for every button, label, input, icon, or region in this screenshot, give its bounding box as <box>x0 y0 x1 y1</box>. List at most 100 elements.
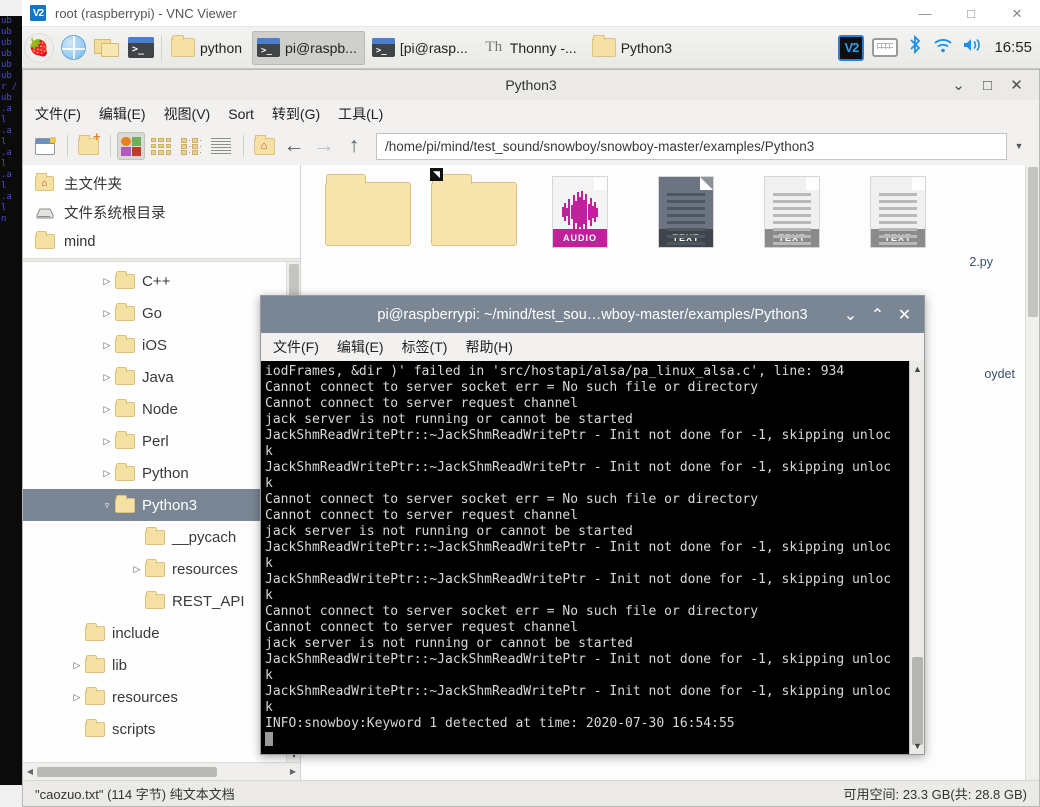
terminal-line: iodFrames, &dir )' failed in 'src/hostap… <box>265 364 845 379</box>
terminal-menu-help[interactable]: 帮助(H) <box>465 337 512 357</box>
terminal-screen[interactable]: iodFrames, &dir )' failed in 'src/hostap… <box>261 361 924 754</box>
terminal-vertical-scrollbar[interactable]: ▲ ▼ <box>909 361 924 754</box>
detailed-list-view-button[interactable] <box>207 132 235 160</box>
tree-item-python[interactable]: ▷ Python <box>23 457 300 489</box>
taskbar-item-python3[interactable]: Python3 <box>587 31 680 65</box>
thumbnail-view-icon <box>151 137 171 155</box>
tree-twisty-icon[interactable]: ▷ <box>69 660 85 671</box>
tree-twisty-icon[interactable]: ▷ <box>99 372 115 383</box>
tree-item-perl[interactable]: ▷ Perl <box>23 425 300 457</box>
place-filesystem-root[interactable]: 文件系统根目录 <box>23 198 300 227</box>
tree-twisty-icon[interactable]: ▷ <box>99 340 115 351</box>
volume-icon[interactable] <box>962 37 983 58</box>
taskbar-item-terminal-2[interactable]: >_ [pi@rasp... <box>367 31 476 65</box>
back-button[interactable]: ← <box>280 132 308 160</box>
tree-twisty-icon[interactable]: ▷ <box>129 564 145 575</box>
taskbar-item-python[interactable]: python <box>166 31 250 65</box>
tree-item-resources[interactable]: ▷ resources <box>23 681 300 713</box>
tree-twisty-icon[interactable]: ▿ <box>99 500 115 511</box>
forward-button[interactable]: → <box>310 132 338 160</box>
maximize-icon[interactable]: ⌃ <box>864 296 891 333</box>
file-item[interactable]: TEXT <box>845 173 951 271</box>
menu-sort[interactable]: Sort <box>228 106 254 122</box>
tree-twisty-icon[interactable]: ▷ <box>99 436 115 447</box>
tree-twisty-icon[interactable]: ▷ <box>99 308 115 319</box>
shade-icon[interactable]: ⌄ <box>944 70 973 100</box>
terminal-titlebar[interactable]: pi@raspberrypi: ~/mind/test_sou…wboy-mas… <box>261 296 924 333</box>
tree-item-rest-api[interactable]: REST_API <box>23 585 300 617</box>
vnc-maximize-icon[interactable]: □ <box>948 0 994 27</box>
terminal-scroll-down-icon[interactable]: ▼ <box>910 741 924 751</box>
tree-hscroll-thumb[interactable] <box>37 767 217 777</box>
raspberry-menu-button[interactable]: 🍓 <box>22 29 56 67</box>
tree-item-python3[interactable]: ▿ Python3 <box>23 489 300 521</box>
path-input[interactable]: /home/pi/mind/test_sound/snowboy/snowboy… <box>376 132 1007 160</box>
close-icon[interactable]: ✕ <box>891 296 918 333</box>
tree-item--pycach[interactable]: __pycach <box>23 521 300 553</box>
terminal-launcher[interactable]: >_ <box>124 29 158 67</box>
tree-item-ios[interactable]: ▷ iOS <box>23 329 300 361</box>
file-item[interactable]: AUDIO <box>527 173 633 271</box>
vnc-minimize-icon[interactable]: — <box>902 0 948 27</box>
file-list-scroll-thumb[interactable] <box>1028 167 1038 317</box>
home-button[interactable]: ⌂ <box>250 132 278 160</box>
terminal-scroll-thumb[interactable] <box>912 657 923 745</box>
tree-twisty-icon[interactable]: ▷ <box>99 276 115 287</box>
terminal-menu-tabs[interactable]: 标签(T) <box>402 337 448 357</box>
tree-item-go[interactable]: ▷ Go <box>23 297 300 329</box>
vnc-close-icon[interactable]: ✕ <box>994 0 1040 27</box>
terminal-scroll-up-icon[interactable]: ▲ <box>910 364 924 374</box>
tree-item-lib[interactable]: ▷ lib <box>23 649 300 681</box>
tree-twisty-icon[interactable]: ▷ <box>99 468 115 479</box>
tree-twisty-icon[interactable]: ▷ <box>99 404 115 415</box>
scroll-right-icon[interactable]: ▶ <box>286 767 300 776</box>
place-home[interactable]: ⌂ 主文件夹 <box>23 169 300 198</box>
up-button[interactable]: ↑ <box>340 132 368 160</box>
tree-twisty-icon[interactable]: ▷ <box>69 692 85 703</box>
close-icon[interactable]: ✕ <box>1002 70 1031 100</box>
toolbar-divider <box>243 135 244 157</box>
keyboard-tray-icon[interactable] <box>872 38 899 57</box>
file-list-vertical-scrollbar[interactable] <box>1025 165 1039 780</box>
compact-view-button[interactable] <box>177 132 205 160</box>
clock[interactable]: 16:55 <box>994 39 1032 56</box>
taskbar-item-thonny[interactable]: Th Thonny -... <box>478 31 585 65</box>
menu-go[interactable]: 转到(G) <box>272 104 320 124</box>
tree-item-node[interactable]: ▷ Node <box>23 393 300 425</box>
thumbnail-view-button[interactable] <box>147 132 175 160</box>
folder-icon <box>85 686 105 705</box>
tree-item-c-[interactable]: ▷ C++ <box>23 265 300 297</box>
shade-icon[interactable]: ⌄ <box>837 296 864 333</box>
tree-item-java[interactable]: ▷ Java <box>23 361 300 393</box>
tree-item-resources[interactable]: ▷ resources <box>23 553 300 585</box>
vnc-tray-icon[interactable]: V2 <box>838 34 865 61</box>
tree-item-scripts[interactable]: scripts <box>23 713 300 745</box>
web-browser-launcher[interactable] <box>56 29 90 67</box>
background-window-sliver[interactable]: ub ub ub ub ub ub r / ub .a l .a l .a l .a l .a l n <box>0 0 22 807</box>
tree-item-include[interactable]: include <box>23 617 300 649</box>
path-dropdown-icon[interactable]: ▼ <box>1007 133 1031 160</box>
icon-view-button[interactable] <box>117 132 145 160</box>
new-folder-button[interactable] <box>74 132 102 160</box>
vnc-titlebar[interactable]: V2 root (raspberrypi) - VNC Viewer — □ ✕ <box>22 0 1040 27</box>
wifi-icon[interactable] <box>933 38 953 58</box>
menu-view[interactable]: 视图(V) <box>164 104 211 124</box>
tree-horizontal-scrollbar[interactable]: ◀ ▶ <box>23 762 300 780</box>
file-item[interactable]: TEXT <box>633 173 739 271</box>
terminal-menu-file[interactable]: 文件(F) <box>273 337 319 357</box>
menu-edit[interactable]: 编辑(E) <box>99 104 146 124</box>
menu-file[interactable]: 文件(F) <box>35 104 81 124</box>
file-manager-titlebar[interactable]: Python3 ⌄ □ ✕ <box>23 70 1039 100</box>
taskbar-item-terminal-1[interactable]: >_ pi@raspb... <box>252 30 365 65</box>
file-item[interactable]: TEXT <box>739 173 845 271</box>
file-item[interactable] <box>315 173 421 271</box>
scroll-left-icon[interactable]: ◀ <box>23 767 37 776</box>
menu-tools[interactable]: 工具(L) <box>338 104 383 124</box>
file-manager-launcher[interactable] <box>90 29 124 67</box>
terminal-menu-edit[interactable]: 编辑(E) <box>337 337 384 357</box>
maximize-icon[interactable]: □ <box>973 70 1002 100</box>
file-item[interactable]: ◥ <box>421 168 527 271</box>
place-mind[interactable]: mind <box>23 227 300 256</box>
new-tab-button[interactable] <box>31 132 59 160</box>
bluetooth-icon[interactable] <box>908 34 922 60</box>
